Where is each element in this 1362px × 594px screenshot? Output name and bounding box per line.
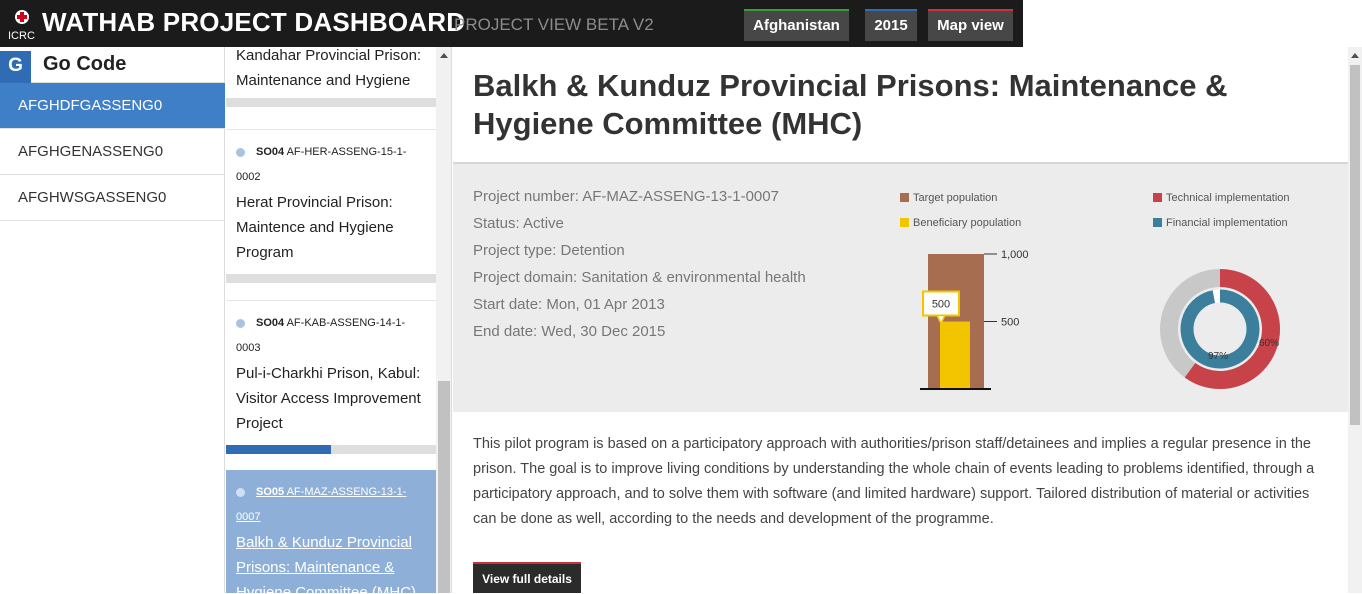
go-code-header: G Go Code (0, 47, 225, 83)
project-name-line: Maintenance and Hygiene (236, 72, 411, 89)
y-tick-label: 1,000 (1001, 249, 1029, 261)
y-tick-label: 500 (1001, 317, 1019, 329)
project-name-line: Kandahar Provincial Prison: (236, 47, 422, 64)
project-charts: 1,000 500 500 60% 97% (920, 249, 1280, 390)
country-selector[interactable]: Afghanistan (744, 9, 849, 41)
project-card[interactable]: SO04 AF-KAB-ASSENG-14-1- 0003 Pul-i-Char… (226, 300, 436, 468)
project-code: SO05 AF-MAZ-ASSENG-13-1- (226, 480, 436, 505)
project-type: Project type: Detention (473, 242, 625, 259)
year-selector[interactable]: 2015 (865, 9, 917, 41)
go-code-title: Go Code (43, 53, 127, 75)
project-code-line: 0007 (236, 511, 261, 523)
population-bar-chart: 1,000 500 500 (920, 249, 1029, 390)
project-number: Project number: AF-MAZ-ASSENG-13-1-0007 (473, 188, 779, 205)
legend-technical: Technical implementation (1153, 192, 1290, 204)
project-title: Balkh & Kunduz Provincial Prisons: Maint… (473, 68, 1228, 141)
map-view-button[interactable]: Map view (928, 9, 1013, 41)
project-list-scrollbar[interactable] (436, 47, 451, 593)
icrc-logo: ICRC (6, 6, 38, 44)
project-name-line: Pul-i-Charkhi Prison, Kabul: (236, 365, 421, 382)
value-bubble-label: 500 (932, 299, 950, 311)
project-code-line: 0002 (236, 171, 261, 183)
project-name-line: Visitor Access Improvement (236, 390, 421, 407)
project-progress-bar (226, 98, 436, 107)
legend-target: Target population (900, 192, 997, 204)
go-code-item[interactable]: AFGHGENASSENG0 (0, 129, 225, 175)
technical-percent-label: 60% (1259, 338, 1279, 349)
implementation-donut-chart: 60% 97% (1160, 269, 1280, 389)
legend-label: Beneficiary population (913, 217, 1022, 229)
go-code-badge: G (0, 51, 31, 83)
project-code-line: AF-KAB-ASSENG-14-1- (286, 317, 406, 329)
project-start-date: Start date: Mon, 01 Apr 2013 (473, 296, 665, 313)
project-name-line: Balkh & Kunduz Provincial (236, 534, 412, 551)
top-header: ICRC WATHAB PROJECT DASHBOARD PROJECT VI… (0, 0, 1023, 47)
view-full-details-button[interactable]: View full details (473, 562, 581, 593)
target-swatch (900, 193, 909, 202)
legend-label: Target population (913, 192, 998, 204)
go-code-item[interactable]: AFGHDFGASSENG0 (0, 83, 225, 129)
project-progress-bar (226, 445, 436, 454)
app-title: WATHAB PROJECT DASHBOARD (42, 7, 466, 37)
legend-label: Financial implementation (1166, 217, 1288, 229)
project-code: SO04 AF-KAB-ASSENG-14-1- (226, 311, 436, 336)
beneficiary-swatch (900, 218, 909, 227)
project-code: SO04 AF-HER-ASSENG-15-1- (226, 140, 436, 165)
project-list: Kandahar Provincial Prison: Maintenance … (226, 47, 452, 593)
go-code-item[interactable]: AFGHWSGASSENG0 (0, 175, 225, 221)
status-dot-icon (236, 319, 245, 328)
technical-swatch (1153, 193, 1162, 202)
legend-label: Technical implementation (1166, 192, 1290, 204)
objective-code: SO04 (256, 146, 285, 158)
legend-financial: Financial implementation (1153, 217, 1288, 229)
status-dot-icon (236, 148, 245, 157)
scrollbar-thumb[interactable] (1350, 65, 1360, 425)
project-name-line: Project (236, 415, 283, 432)
objective-code: SO05 (256, 486, 285, 498)
scroll-up-icon[interactable] (440, 53, 448, 58)
project-info-panel: Project number: AF-MAZ-ASSENG-13-1-0007 … (453, 162, 1348, 412)
status-dot-icon (236, 488, 245, 497)
project-description: This pilot program is based on a partici… (473, 436, 1315, 527)
red-cross-icon (15, 10, 29, 24)
scrollbar-thumb[interactable] (438, 381, 450, 593)
financial-percent-label: 97% (1208, 351, 1228, 362)
objective-code: SO04 (256, 317, 285, 329)
project-name-line: Herat Provincial Prison: (236, 194, 393, 211)
project-progress-bar (226, 274, 436, 283)
app-subtitle: PROJECT VIEW BETA V2 (454, 15, 654, 34)
project-card-selected[interactable]: SO05 AF-MAZ-ASSENG-13-1- 0007 Balkh & Ku… (226, 470, 436, 593)
project-name-line: Program (236, 244, 294, 261)
project-code-line: AF-HER-ASSENG-15-1- (286, 146, 407, 158)
beneficiary-population-bar (940, 321, 970, 389)
page-scrollbar[interactable] (1348, 47, 1362, 593)
project-code-line: 0003 (236, 342, 261, 354)
project-name-line: Prisons: Maintenance & (236, 559, 395, 576)
project-status: Status: Active (473, 215, 564, 232)
project-end-date: End date: Wed, 30 Dec 2015 (473, 323, 666, 340)
project-domain: Project domain: Sanitation & environment… (473, 269, 806, 286)
go-code-panel: G Go Code AFGHDFGASSENG0 AFGHGENASSENG0 … (0, 47, 225, 593)
financial-swatch (1153, 218, 1162, 227)
project-name-line: Hygiene Committee (MHC) (236, 584, 417, 593)
logo-text: ICRC (8, 30, 35, 42)
project-card[interactable]: Kandahar Provincial Prison: Maintenance … (226, 47, 436, 127)
project-name-line: Maintence and Hygiene (236, 219, 394, 236)
scroll-up-icon[interactable] (1351, 53, 1359, 58)
project-detail: Balkh & Kunduz Provincial Prisons: Maint… (453, 47, 1348, 593)
project-card[interactable]: SO04 AF-HER-ASSENG-15-1- 0002 Herat Prov… (226, 129, 436, 297)
legend-beneficiary: Beneficiary population (900, 217, 1021, 229)
project-code-line: AF-MAZ-ASSENG-13-1- (286, 486, 407, 498)
